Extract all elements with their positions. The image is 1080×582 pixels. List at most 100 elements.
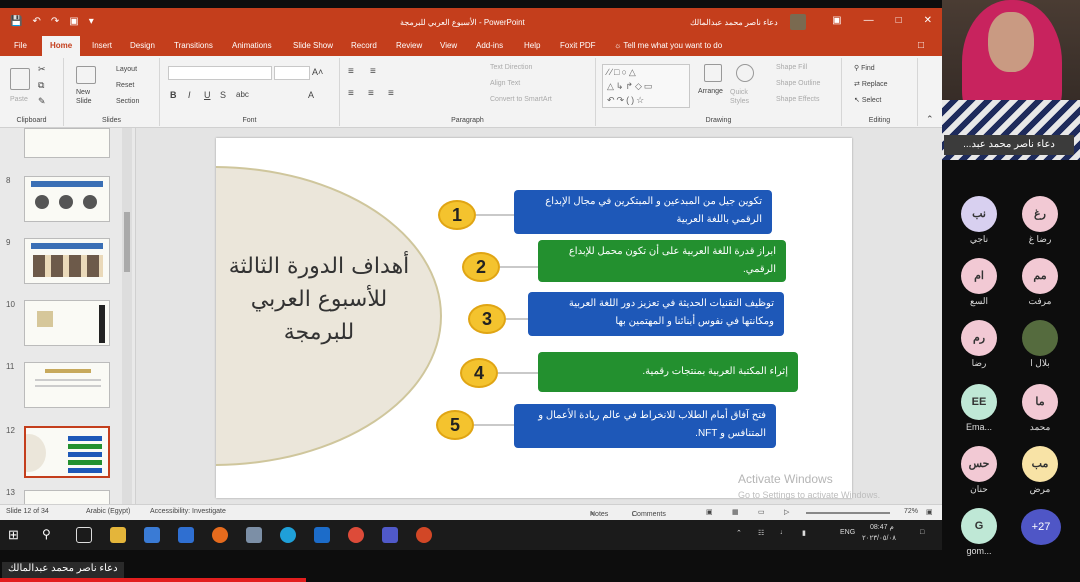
section-button[interactable]: Section [116, 98, 139, 105]
format-painter-icon[interactable]: ✎ [38, 96, 46, 107]
arrange-icon[interactable] [704, 64, 722, 82]
participant-tile[interactable]: حس حنان [951, 446, 1007, 495]
copy-icon[interactable]: ⧉ [38, 80, 44, 91]
windows-start-icon[interactable]: ⊞ [8, 527, 24, 543]
font-size-field[interactable] [274, 66, 310, 80]
close-icon[interactable]: ✕ [924, 15, 932, 26]
participant-tile[interactable]: رغ رضا غ [1012, 196, 1068, 245]
replace-button[interactable]: ⇄ Replace [854, 80, 888, 88]
slideshow-view-icon[interactable]: ▷ [784, 508, 789, 516]
scrollbar-thumb[interactable] [124, 212, 130, 272]
participant-tile[interactable]: ما محمد [1012, 384, 1068, 433]
goal-box-2[interactable]: ابراز قدرة اللغة العربية على أن تكون محم… [538, 240, 786, 282]
zoom-level[interactable]: 72% [904, 508, 918, 515]
language-indicator[interactable]: Arabic (Egypt) [86, 508, 130, 515]
participant-tile[interactable]: مب مرض [1012, 446, 1068, 495]
text-direction-button[interactable]: Text Direction [490, 64, 532, 71]
current-slide[interactable]: أهداف الدورة الثالثة للأسبوع العربي للبر… [216, 138, 852, 498]
tab-home[interactable]: Home [42, 36, 81, 56]
photos-icon[interactable] [246, 527, 262, 543]
normal-view-icon[interactable]: ▣ [706, 508, 713, 516]
grow-font-icon[interactable]: A˄ [312, 67, 323, 77]
customize-icon[interactable]: ▾ [89, 16, 94, 27]
word-icon[interactable] [314, 527, 330, 543]
chrome-icon[interactable] [348, 527, 364, 543]
layout-button[interactable]: Layout [116, 66, 137, 73]
convert-smartart-button[interactable]: Convert to SmartArt [490, 96, 552, 103]
tab-help[interactable]: Help [524, 41, 540, 50]
tab-design[interactable]: Design [130, 41, 155, 50]
zoom-slider[interactable] [806, 512, 890, 514]
task-view-icon[interactable] [76, 527, 92, 543]
new-slide-button[interactable]: New Slide [76, 88, 98, 106]
fit-to-window-icon[interactable]: ▣ [926, 508, 933, 516]
shape-effects-button[interactable]: Shape Effects [776, 96, 819, 103]
cut-icon[interactable]: ✂ [38, 64, 46, 75]
slide-thumbnail[interactable] [24, 362, 110, 408]
font-color-icon[interactable]: A [308, 90, 314, 100]
file-explorer-icon[interactable] [110, 527, 126, 543]
bullets-icon[interactable]: ≡ [348, 66, 354, 77]
tab-animations[interactable]: Animations [232, 41, 272, 50]
shape-outline-button[interactable]: Shape Outline [776, 80, 820, 87]
participant-tile[interactable]: رم رضا [951, 320, 1007, 369]
align-right-icon[interactable]: ≡ [388, 88, 394, 99]
goal-box-3[interactable]: توظيف التقنيات الحديثة في تعزيز دور اللغ… [528, 292, 784, 336]
goal-box-5[interactable]: فتح آفاق أمام الطلاب للانخراط في عالم ري… [514, 404, 776, 448]
bold-icon[interactable]: B [170, 90, 177, 100]
save-icon[interactable]: 💾 [10, 16, 22, 27]
tell-me-search[interactable]: ☼ Tell me what you want to do [614, 41, 722, 50]
tab-record[interactable]: Record [351, 41, 377, 50]
participant-tile[interactable]: مم مرفت [1012, 258, 1068, 307]
arrange-button[interactable]: Arrange [698, 88, 723, 95]
accessibility-status[interactable]: Accessibility: Investigate [150, 508, 226, 515]
present-icon[interactable]: ▣ [69, 16, 78, 27]
clock-time[interactable]: 08:47 م [870, 523, 894, 531]
more-participants-button[interactable]: +27 [1021, 509, 1061, 545]
tab-foxit-pdf[interactable]: Foxit PDF [560, 41, 596, 50]
quick-styles-button[interactable]: Quick Styles [730, 88, 760, 106]
paste-label[interactable]: Paste [10, 96, 28, 103]
network-icon[interactable]: ☷ [758, 529, 764, 537]
account-avatar[interactable] [790, 14, 806, 30]
participant-tile[interactable]: نب ناجي [951, 196, 1007, 245]
tab-transitions[interactable]: Transitions [174, 41, 213, 50]
align-text-button[interactable]: Align Text [490, 80, 520, 87]
ribbon-display-icon[interactable]: ▣ [832, 15, 841, 26]
comments-icon[interactable]: □ [918, 40, 924, 51]
font-name-field[interactable] [168, 66, 272, 80]
goal-box-4[interactable]: إثراء المكتبة العربية بمنتجات رقمية. [538, 352, 798, 392]
shadow-icon[interactable]: S [220, 90, 226, 100]
editing-scrollbar[interactable] [932, 128, 942, 512]
edge-icon[interactable] [280, 527, 296, 543]
input-language[interactable]: ENG [840, 529, 855, 536]
collapse-ribbon-icon[interactable]: ⌃ [926, 114, 934, 125]
undo-icon[interactable]: ↶ [32, 16, 40, 27]
thumbnails-scrollbar[interactable] [122, 128, 132, 512]
tray-overflow-icon[interactable]: ⌃ [736, 529, 742, 537]
italic-icon[interactable]: I [188, 90, 191, 100]
participant-tile[interactable]: ام السع [951, 258, 1007, 307]
find-button[interactable]: ⚲ Find [854, 64, 875, 72]
numbering-icon[interactable]: ≡ [370, 66, 376, 77]
slide-thumbnail[interactable] [24, 128, 110, 158]
reset-button[interactable]: Reset [116, 82, 134, 89]
tab-view[interactable]: View [440, 41, 457, 50]
powerpoint-taskbar-icon[interactable] [416, 527, 432, 543]
shapes-gallery[interactable]: ∕∕□○△ △↳↱◇▭ ↶↷()☆ [602, 64, 690, 108]
notifications-icon[interactable]: □ [920, 529, 924, 536]
slide-sorter-icon[interactable]: ▦ [732, 508, 739, 516]
store-icon[interactable] [144, 527, 160, 543]
account-name[interactable]: دعاء ناصر محمد عبدالمالك [690, 18, 778, 27]
maximize-icon[interactable]: □ [896, 15, 902, 26]
align-left-icon[interactable]: ≡ [348, 88, 354, 99]
battery-icon[interactable]: ▮ [802, 529, 806, 537]
volume-icon[interactable]: ♩ [780, 529, 787, 536]
search-icon[interactable]: ⚲ [42, 527, 58, 543]
strikethrough-icon[interactable]: abc [236, 90, 249, 99]
slide-thumbnail[interactable] [24, 238, 110, 284]
select-button[interactable]: ↖ Select [854, 96, 881, 104]
shape-fill-button[interactable]: Shape Fill [776, 64, 807, 71]
tab-review[interactable]: Review [396, 41, 422, 50]
slide-title[interactable]: أهداف الدورة الثالثة للأسبوع العربي للبر… [224, 250, 414, 349]
